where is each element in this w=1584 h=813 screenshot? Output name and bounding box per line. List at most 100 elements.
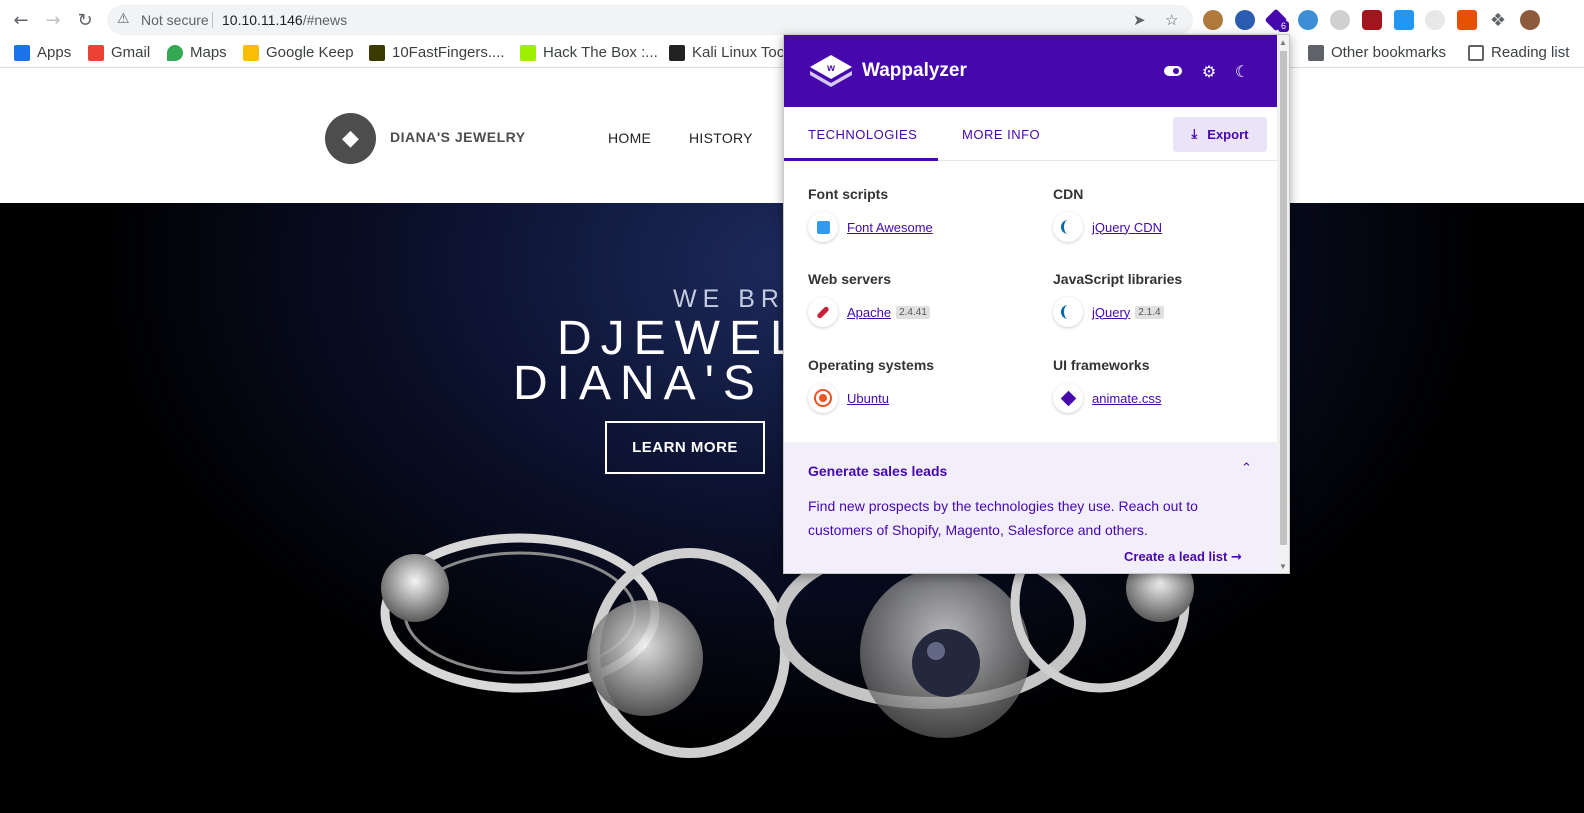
keep-icon: [243, 44, 259, 61]
bookmark-hackthebox[interactable]: Hack The Box :...: [520, 44, 658, 61]
tech-name[interactable]: jQuery: [1092, 305, 1130, 320]
puzzle-icon[interactable]: ❖: [1486, 8, 1510, 32]
back-icon[interactable]: ←: [9, 8, 33, 32]
tab-more-info[interactable]: MORE INFO: [962, 127, 1040, 142]
category-ui-frameworks: UI frameworks: [1053, 357, 1150, 373]
bookmark-other[interactable]: Other bookmarks: [1308, 44, 1446, 61]
forward-icon[interactable]: →: [41, 8, 65, 32]
hero-title-line2: DIANA'S J: [513, 357, 820, 410]
link-label: Create a lead list: [1124, 549, 1228, 564]
tech-ubuntu[interactable]: Ubuntu: [808, 383, 889, 413]
bookmark-10fastfingers[interactable]: 10FastFingers....: [369, 44, 505, 61]
wappalyzer-tabs: TECHNOLOGIES MORE INFO ⤓ Export: [784, 107, 1277, 161]
sales-leads-title[interactable]: Generate sales leads: [808, 463, 947, 479]
tech-name[interactable]: Apache: [847, 305, 891, 320]
create-lead-list-link[interactable]: Create a lead list →: [1124, 549, 1242, 565]
tech-version: 2.1.4: [1135, 305, 1164, 319]
scroll-up-icon[interactable]: ▲: [1279, 38, 1287, 47]
tech-version: 2.4.41: [896, 305, 930, 319]
reload-icon[interactable]: ↻: [73, 8, 97, 32]
star-icon[interactable]: ☆: [1165, 11, 1178, 29]
hackthebox-icon: [520, 44, 536, 61]
nav-history[interactable]: HISTORY: [689, 130, 753, 146]
svg-text:w: w: [826, 63, 835, 74]
gear-icon[interactable]: ⚙: [1198, 60, 1220, 82]
bookmark-kali[interactable]: Kali Linux Too: [669, 44, 785, 61]
warning-icon: ⚠: [117, 11, 130, 27]
wappalyzer-popup: w Wappalyzer ⚙ ☾ TECHNOLOGIES MORE INFO …: [783, 34, 1290, 574]
tab-technologies[interactable]: TECHNOLOGIES: [808, 127, 917, 142]
tech-animate-css[interactable]: animate.css: [1053, 383, 1161, 413]
sales-leads-text: Find new prospects by the technologies t…: [808, 498, 1198, 538]
bookmark-google-keep[interactable]: Google Keep: [243, 44, 354, 61]
reading-list-icon: [1468, 44, 1484, 61]
divider: [212, 12, 213, 28]
apache-icon: [808, 297, 838, 327]
bookmark-label: Maps: [190, 44, 227, 61]
site-logo-text[interactable]: DIANA'S JEWELRY: [390, 129, 526, 145]
folder-icon: [1308, 44, 1324, 61]
tech-jquery[interactable]: jQuery 2.1.4: [1053, 297, 1164, 327]
moon-icon[interactable]: ☾: [1231, 60, 1253, 82]
scrollbar-thumb[interactable]: [1280, 51, 1287, 545]
wappalyzer-logo-icon: w: [810, 55, 852, 87]
earth-extension-icon[interactable]: [1298, 10, 1318, 30]
send-icon[interactable]: ➤: [1133, 11, 1146, 29]
category-web-servers: Web servers: [808, 271, 892, 287]
globe-extension-icon[interactable]: [1235, 10, 1255, 30]
bookmark-gmail[interactable]: Gmail: [88, 44, 150, 61]
url-path: /#news: [302, 12, 348, 28]
tech-name[interactable]: Font Awesome: [847, 220, 933, 235]
bookmark-apps[interactable]: Apps: [14, 44, 71, 61]
address-bar[interactable]: ⚠ Not secure 10.10.11.146/#news ➤ ☆: [107, 5, 1193, 35]
bookmark-label: Kali Linux Too: [692, 44, 786, 61]
bookmark-label: Gmail: [111, 44, 151, 61]
wappalyzer-header: w Wappalyzer ⚙ ☾: [784, 35, 1277, 107]
avatar[interactable]: [1520, 10, 1540, 30]
url-text[interactable]: 10.10.11.146/#news: [222, 12, 347, 28]
tech-jquery-cdn[interactable]: jQuery CDN: [1053, 212, 1162, 242]
ubuntu-icon: [808, 383, 838, 413]
tech-name[interactable]: Ubuntu: [847, 391, 889, 406]
scroll-down-icon[interactable]: ▼: [1279, 562, 1287, 571]
gmail-icon: [88, 44, 104, 61]
extension-badge: 6: [1278, 21, 1290, 32]
10fastfingers-icon: [369, 44, 385, 61]
jquery-cdn-icon: [1053, 212, 1083, 242]
diamond-icon[interactable]: ◆: [325, 113, 376, 164]
maps-icon: [167, 44, 183, 61]
jquery-icon: [1053, 297, 1083, 327]
learn-more-button[interactable]: LEARN MORE: [605, 421, 765, 474]
security-label[interactable]: Not secure: [141, 12, 209, 28]
ublock-extension-icon[interactable]: [1362, 10, 1382, 30]
bookmark-label: Apps: [37, 44, 72, 61]
wappalyzer-title: Wappalyzer: [862, 60, 967, 81]
nav-home[interactable]: HOME: [608, 130, 651, 146]
tech-font-awesome[interactable]: Font Awesome: [808, 212, 933, 242]
download-icon: ⤓: [1191, 127, 1198, 142]
url-host: 10.10.11.146: [222, 12, 303, 28]
export-label: Export: [1207, 127, 1249, 142]
chevron-up-icon[interactable]: ⌃: [1241, 461, 1252, 476]
bookmark-reading-list[interactable]: Reading list: [1468, 44, 1569, 61]
bookmark-maps[interactable]: Maps: [167, 44, 227, 61]
tech-name[interactable]: jQuery CDN: [1092, 220, 1162, 235]
bookmark-label: Reading list: [1491, 44, 1570, 61]
bookmark-label: Google Keep: [266, 44, 354, 61]
bookmark-label: 10FastFingers....: [392, 44, 505, 61]
link-extension-icon[interactable]: [1330, 10, 1350, 30]
category-cdn: CDN: [1053, 186, 1084, 202]
export-button[interactable]: ⤓ Export: [1173, 117, 1267, 152]
tech-name[interactable]: animate.css: [1092, 391, 1161, 406]
bookmark-label: Other bookmarks: [1331, 44, 1447, 61]
toggle-icon[interactable]: [1162, 60, 1184, 82]
scrollbar[interactable]: ▲ ▼: [1277, 35, 1289, 573]
tech-apache[interactable]: Apache 2.4.41: [808, 297, 930, 327]
cookie-extension-icon[interactable]: [1203, 10, 1223, 30]
hat-extension-icon[interactable]: [1425, 10, 1445, 30]
active-tab-indicator: [784, 158, 938, 161]
category-operating-systems: Operating systems: [808, 357, 935, 373]
fi-extension-icon[interactable]: [1394, 10, 1414, 30]
category-font-scripts: Font scripts: [808, 186, 889, 202]
m-extension-icon[interactable]: [1457, 10, 1477, 30]
